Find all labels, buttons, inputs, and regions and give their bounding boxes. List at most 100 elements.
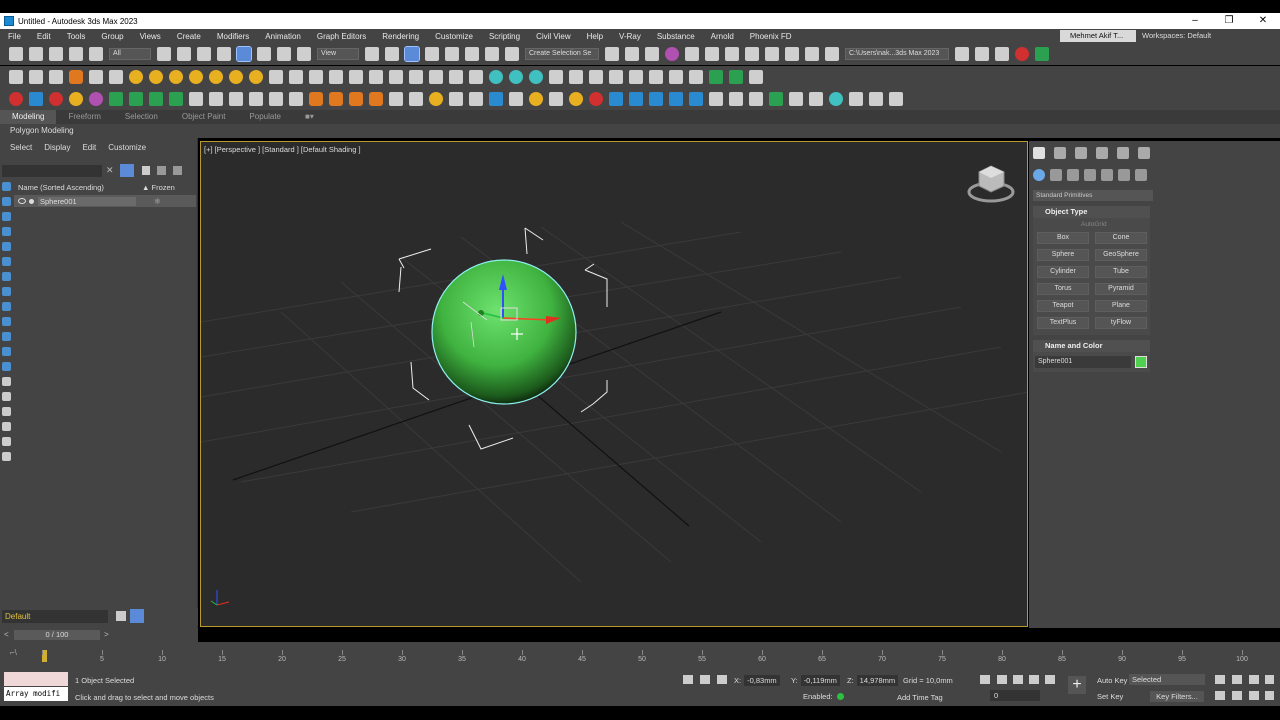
cup-icon[interactable] (549, 92, 563, 106)
dome-light-icon[interactable] (29, 70, 43, 84)
smoke-icon[interactable] (89, 92, 103, 106)
cube-blue-icon[interactable] (29, 92, 43, 106)
undo-icon[interactable] (9, 47, 23, 61)
redo-icon[interactable] (29, 47, 43, 61)
material-editor-icon[interactable] (765, 47, 779, 61)
console-icon[interactable] (749, 70, 763, 84)
set-key-button[interactable]: Set Key (1097, 692, 1123, 701)
check-icon[interactable] (1035, 47, 1049, 61)
enabled-indicator-icon[interactable] (836, 693, 844, 700)
open-file-icon[interactable] (955, 47, 969, 61)
link-icon[interactable] (49, 47, 63, 61)
place-icon[interactable] (297, 47, 311, 61)
milk-icon[interactable] (509, 92, 523, 106)
cloud-icon[interactable] (409, 92, 423, 106)
steam-icon[interactable] (449, 92, 463, 106)
render-production-icon[interactable] (825, 47, 839, 61)
object-name-field[interactable]: Sphere001 (1035, 356, 1131, 368)
modify-tab-icon[interactable] (1054, 147, 1066, 159)
paint-icon[interactable] (589, 92, 603, 106)
umbrella-icon[interactable] (149, 70, 163, 84)
filter-icon[interactable] (120, 164, 134, 177)
explosion-icon[interactable] (349, 92, 363, 106)
plane-icon[interactable] (309, 70, 323, 84)
menu-help[interactable]: Help (579, 32, 611, 41)
honey-icon[interactable] (569, 92, 583, 106)
project-folder-icon[interactable] (975, 47, 989, 61)
tyflow-button[interactable]: tyFlow (1095, 317, 1147, 329)
pause-icon[interactable] (209, 92, 223, 106)
workspaces-selector[interactable]: Workspaces: Default (1142, 29, 1211, 43)
tube-button[interactable]: Tube (1095, 266, 1147, 278)
scale-icon[interactable] (277, 47, 291, 61)
time-slider[interactable]: 0 / 100 (14, 630, 100, 640)
auto-key-button[interactable]: Auto Key (1097, 676, 1127, 685)
zoom-all-icon[interactable] (1232, 675, 1242, 684)
create-key-button[interactable]: + (1068, 676, 1086, 694)
light-icon[interactable] (209, 70, 223, 84)
name-color-title[interactable]: Name and Color (1033, 340, 1150, 352)
layer-explorer-icon[interactable] (685, 47, 699, 61)
move-icon[interactable] (236, 46, 252, 62)
box-button[interactable]: Box (1037, 232, 1089, 244)
light-mix-icon[interactable] (529, 70, 543, 84)
plane-button[interactable]: Plane (1095, 300, 1147, 312)
object-color-swatch[interactable] (1135, 356, 1147, 368)
go-to-end-icon[interactable] (1045, 675, 1055, 684)
splash-icon[interactable] (669, 92, 683, 106)
curve-editor-icon[interactable] (725, 47, 739, 61)
step-forward-icon[interactable] (889, 92, 903, 106)
vray-frame-icon[interactable] (749, 92, 763, 106)
sx-search-input[interactable] (2, 165, 102, 177)
col-name[interactable]: Name (Sorted Ascending) (14, 182, 142, 194)
library-icon[interactable] (2, 452, 11, 461)
funnel-icon[interactable] (2, 437, 11, 446)
containers-icon[interactable] (2, 332, 11, 341)
menu-civil-view[interactable]: Civil View (528, 32, 579, 41)
object-type-title[interactable]: Object Type (1033, 206, 1150, 218)
fire-icon[interactable] (69, 92, 83, 106)
torch-icon[interactable] (369, 92, 383, 106)
sketch-icon[interactable] (709, 70, 723, 84)
zoom-extents-icon[interactable] (1249, 675, 1259, 684)
y-value[interactable]: -0,119mm (800, 675, 840, 686)
shapes-category-icon[interactable] (1050, 169, 1062, 181)
z-value[interactable]: 14,978mm (856, 675, 899, 686)
reference-coord-dropdown[interactable]: View (317, 48, 359, 60)
reset-icon[interactable] (249, 92, 263, 106)
render-frame-icon[interactable] (805, 47, 819, 61)
help-icon[interactable] (729, 92, 743, 106)
y-coordinate[interactable]: Y: -0,119mm (791, 675, 840, 686)
ball-icon[interactable] (369, 70, 383, 84)
menu-customize[interactable]: Customize (427, 32, 481, 41)
cube-icon[interactable] (269, 70, 283, 84)
brush-icon[interactable] (809, 92, 823, 106)
geosphere-button[interactable]: GeoSphere (1095, 249, 1147, 261)
percent-snap-icon[interactable] (465, 47, 479, 61)
foam-icon[interactable] (649, 92, 663, 106)
current-frame-field[interactable]: 0 (990, 690, 1040, 701)
tab-freeform[interactable]: Freeform (56, 110, 112, 124)
layer-explorer-toggle-icon[interactable] (130, 609, 144, 623)
restore-button[interactable]: ❐ (1212, 13, 1246, 29)
fire-source-icon[interactable] (49, 92, 63, 106)
material-icon[interactable] (689, 70, 703, 84)
selection-lock-icon[interactable] (700, 675, 710, 684)
viewport-toggle-icon[interactable] (1265, 691, 1274, 700)
beer-icon[interactable] (529, 92, 543, 106)
motion-tab-icon[interactable] (1096, 147, 1108, 159)
fog-icon[interactable] (449, 70, 463, 84)
next-key-icon[interactable] (1029, 675, 1039, 684)
rain-icon[interactable] (709, 92, 723, 106)
grid-green-icon[interactable] (149, 92, 163, 106)
box-icon[interactable] (729, 70, 743, 84)
lights-category-icon[interactable] (1067, 169, 1079, 181)
sphere-button[interactable]: Sphere (1037, 249, 1089, 261)
menu-scripting[interactable]: Scripting (481, 32, 528, 41)
autodesk-icon[interactable] (1015, 47, 1029, 61)
sky-icon[interactable] (189, 70, 203, 84)
lights-list-icon[interactable] (509, 70, 523, 84)
cone-button[interactable]: Cone (1095, 232, 1147, 244)
select-object-icon[interactable] (157, 47, 171, 61)
display-tab-icon[interactable] (1117, 147, 1129, 159)
